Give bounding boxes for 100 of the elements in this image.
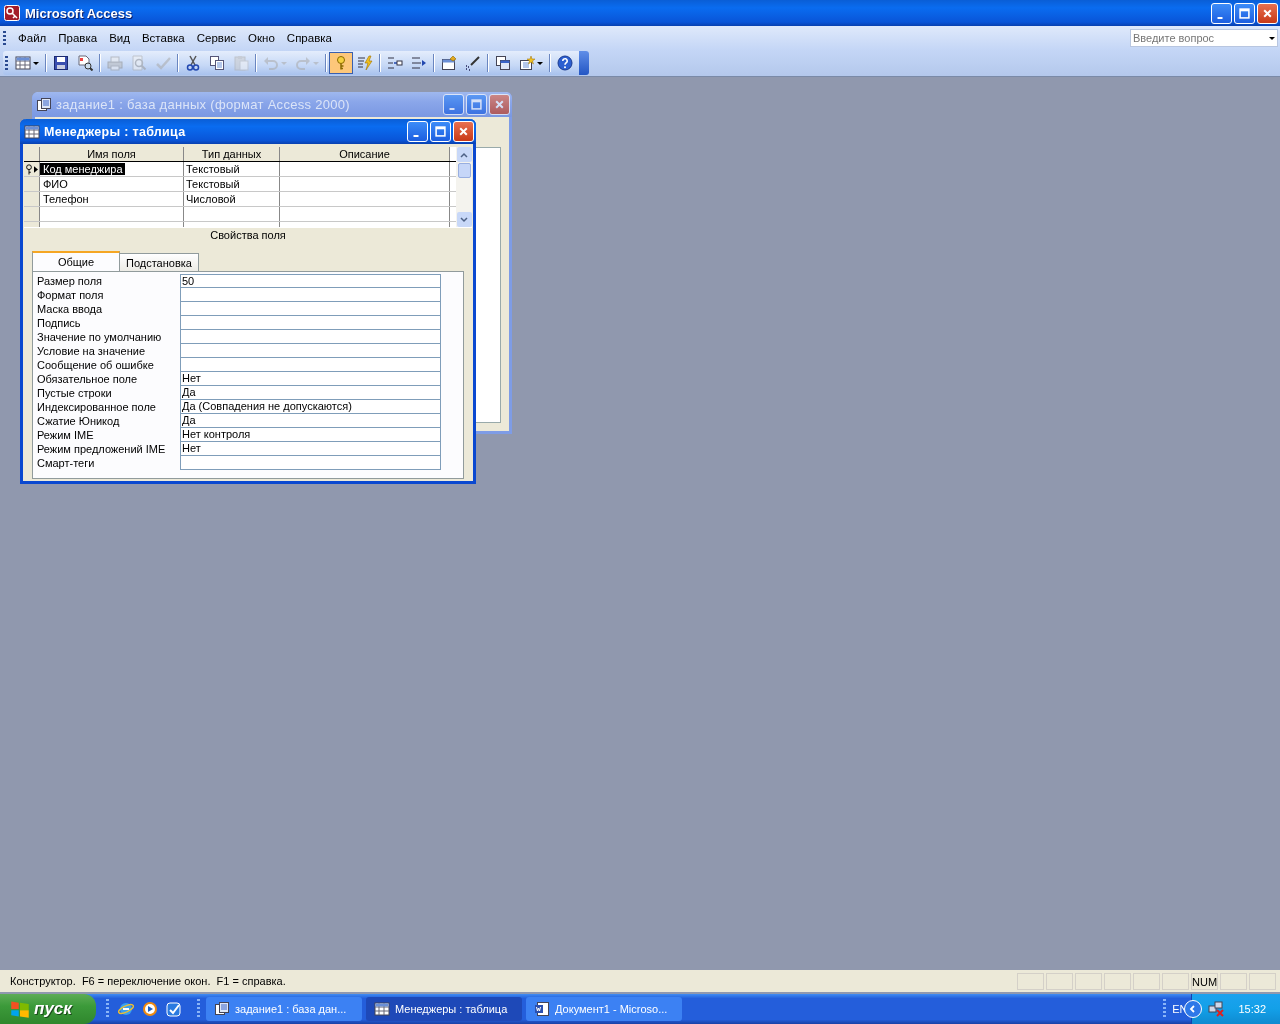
- key-icon: [25, 163, 33, 175]
- table-cell[interactable]: Телефон: [40, 193, 91, 205]
- maximize-button[interactable]: [430, 121, 451, 142]
- checkmark-icon: [155, 55, 171, 71]
- pointer-icon: [34, 165, 38, 173]
- window-title: задание1 : база данных (формат Access 2000): [56, 97, 350, 112]
- page-magnifier-icon: [131, 55, 147, 71]
- minimize-icon: [449, 108, 455, 110]
- app-icon: [166, 1001, 182, 1017]
- minimize-button[interactable]: [443, 94, 464, 115]
- menu-item[interactable]: Вставка: [135, 29, 191, 47]
- property-label: Режим предложений IME: [37, 442, 167, 456]
- menu-item[interactable]: Окно: [242, 29, 281, 47]
- status-panel: [1046, 972, 1073, 990]
- tab[interactable]: Подстановка: [119, 253, 199, 271]
- taskbar-button[interactable]: задание1 : база дан...: [206, 997, 362, 1021]
- close-button[interactable]: [1257, 2, 1278, 24]
- column-header[interactable]: Тип данных: [184, 147, 280, 161]
- menu-item[interactable]: Вид: [103, 29, 136, 47]
- grip-handle[interactable]: [197, 999, 200, 1019]
- tab[interactable]: Общие: [32, 251, 120, 271]
- select-all-cell[interactable]: [24, 147, 40, 161]
- property-value-field[interactable]: Да: [180, 414, 441, 428]
- table-cell[interactable]: ФИО: [40, 178, 70, 190]
- maximize-button[interactable]: [466, 94, 487, 115]
- status-panel: [1162, 972, 1189, 990]
- property-value-field[interactable]: 50: [180, 274, 441, 288]
- grip-handle[interactable]: [106, 999, 109, 1019]
- status-text: Конструктор. F6 = переключение окон. F1 = справка.: [10, 975, 286, 987]
- grip-handle[interactable]: [1163, 999, 1167, 1019]
- document-magnifier-icon: [77, 55, 93, 71]
- property-label: Размер поля: [37, 274, 104, 288]
- key-icon: [4, 5, 20, 21]
- caret-icon: [313, 60, 319, 66]
- close-button[interactable]: [453, 121, 474, 142]
- windows-flag-icon: [10, 999, 30, 1019]
- menu-item[interactable]: Справка: [280, 29, 338, 47]
- property-value-field[interactable]: [180, 358, 441, 372]
- minimize-icon: [413, 135, 419, 137]
- table-cell[interactable]: Текстовый: [184, 163, 242, 175]
- caret-icon: [33, 60, 39, 66]
- properties-icon: [441, 55, 457, 71]
- show-hidden-icons-button[interactable]: [1184, 1000, 1203, 1018]
- column-header[interactable]: Имя поля: [40, 147, 184, 161]
- property-label: Режим IME: [37, 428, 95, 442]
- scroll-down-button[interactable]: [456, 212, 472, 227]
- menu-item[interactable]: Файл: [12, 29, 53, 47]
- close-icon: [1262, 7, 1273, 19]
- property-value-field[interactable]: [180, 302, 441, 316]
- property-label: Пустые строки: [37, 386, 113, 400]
- status-panel: [1017, 972, 1044, 990]
- maximize-icon: [435, 126, 446, 137]
- start-button[interactable]: пуск: [0, 994, 96, 1024]
- property-value-field[interactable]: Да (Совпадения не допускаются): [180, 400, 441, 414]
- property-label: Маска ввода: [37, 302, 104, 316]
- property-value-field[interactable]: Нет контроля: [180, 428, 441, 442]
- scroll-thumb[interactable]: [457, 163, 471, 178]
- column-header[interactable]: Описание: [280, 147, 450, 161]
- property-value-field[interactable]: Нет: [180, 442, 441, 456]
- grip-handle[interactable]: [5, 56, 8, 70]
- property-value-field[interactable]: [180, 288, 441, 302]
- property-value-field[interactable]: Да: [180, 386, 441, 400]
- vertical-scrollbar[interactable]: [456, 147, 472, 227]
- minimize-icon: [1217, 16, 1223, 19]
- minimize-button[interactable]: [407, 121, 428, 142]
- window-title: Microsoft Access: [25, 5, 133, 21]
- new-object-icon: [519, 55, 535, 71]
- table-icon: [24, 123, 40, 140]
- property-value-field[interactable]: [180, 456, 441, 470]
- scroll-up-button[interactable]: [456, 147, 472, 162]
- taskbar-button[interactable]: Менеджеры : таблица: [366, 997, 522, 1021]
- database-icon: [214, 1001, 230, 1017]
- menu-item[interactable]: Правка: [52, 29, 104, 47]
- table-cell[interactable]: Числовой: [184, 193, 238, 205]
- property-label: Смарт-теги: [37, 456, 96, 470]
- taskbar-button[interactable]: Документ1 - Microso...: [526, 997, 682, 1021]
- maximize-button[interactable]: [1234, 2, 1255, 24]
- property-label: Условие на значение: [37, 344, 146, 358]
- play-icon: [142, 1001, 158, 1017]
- property-label: Индексированное поле: [37, 400, 157, 414]
- status-panel: [1220, 972, 1247, 990]
- table-cell[interactable]: Текстовый: [184, 178, 242, 190]
- property-value-field[interactable]: [180, 344, 441, 358]
- property-value-field[interactable]: Нет: [180, 372, 441, 386]
- printer-icon: [107, 55, 123, 71]
- wand-icon: [465, 55, 481, 71]
- clipboard-icon: [233, 55, 249, 71]
- property-label: Формат поля: [37, 288, 105, 302]
- record-selector[interactable]: [24, 162, 40, 176]
- help-icon: [557, 55, 573, 71]
- property-label: Сообщение об ошибке: [37, 358, 155, 372]
- property-value-field[interactable]: [180, 316, 441, 330]
- close-button[interactable]: [489, 94, 510, 115]
- menu-item[interactable]: Сервис: [190, 29, 243, 47]
- window-title: Менеджеры : таблица: [44, 124, 186, 139]
- grip-handle[interactable]: [3, 31, 6, 45]
- property-value-field[interactable]: [180, 330, 441, 344]
- table-cell[interactable]: Код менеджира: [40, 163, 125, 175]
- network-disconnected-icon[interactable]: [1208, 1001, 1225, 1017]
- minimize-button[interactable]: [1211, 2, 1232, 24]
